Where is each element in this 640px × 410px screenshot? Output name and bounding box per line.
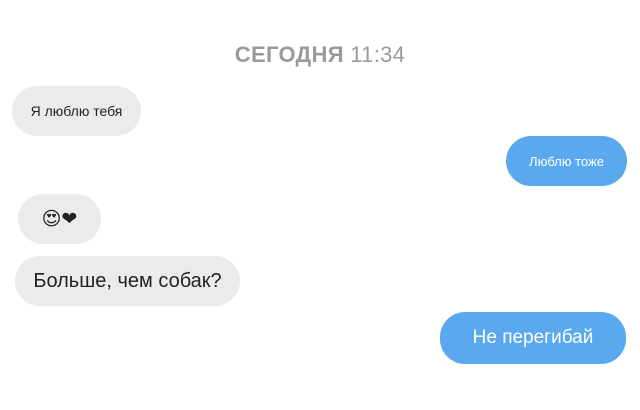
timestamp-time: 11:34 [350,42,406,67]
incoming-emoji-message-bubble[interactable]: 😍❤ [18,194,101,244]
incoming-message-bubble[interactable]: Я люблю тебя [12,86,141,136]
message-text: Не перегибай [472,327,594,348]
timestamp-day: СЕГОДНЯ [234,42,344,67]
message-emoji-text: 😍❤ [41,208,78,230]
incoming-message-bubble[interactable]: Больше, чем собак? [15,256,240,306]
message-text: Люблю тоже [529,153,604,169]
chat-thread: СЕГОДНЯ 11:34 Я люблю тебя Люблю тоже 😍❤… [0,0,640,410]
message-text: Больше, чем собак? [33,269,222,292]
message-text: Я люблю тебя [30,103,123,119]
outgoing-message-bubble[interactable]: Люблю тоже [506,136,627,186]
outgoing-message-bubble[interactable]: Не перегибай [440,312,626,364]
conversation-timestamp: СЕГОДНЯ 11:34 [0,42,640,68]
